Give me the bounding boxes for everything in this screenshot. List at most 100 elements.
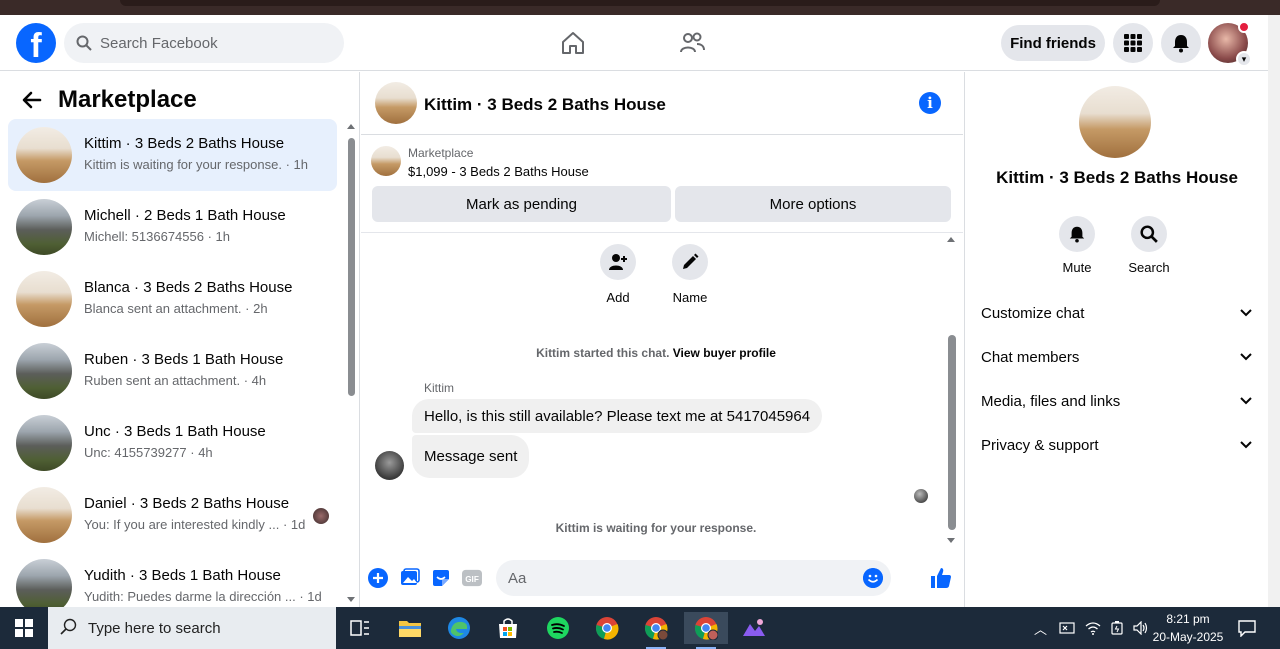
gif-icon[interactable]: GIF	[462, 568, 482, 588]
media-files-links-row[interactable]: Media, files and links	[981, 389, 1253, 413]
conversation-details-panel: Kittim · 3 Beds 2 Baths House Mute Searc…	[964, 72, 1268, 607]
scroll-down-arrow-icon[interactable]	[347, 597, 355, 602]
chrome-icon	[694, 617, 718, 640]
account-avatar[interactable]: ▾	[1208, 21, 1252, 67]
spotify-button[interactable]	[536, 612, 580, 644]
privacy-support-row[interactable]: Privacy & support	[981, 433, 1253, 457]
conversation-item[interactable]: Unc · 3 Beds 1 Bath House Unc: 415573927…	[8, 407, 337, 479]
conversation-name: Michell · 2 Beds 1 Bath House	[84, 207, 286, 224]
clock-time: 8:21 pm	[1166, 612, 1210, 626]
waiting-notice: Kittim is waiting for your response.	[555, 521, 757, 535]
search-icon	[1140, 225, 1158, 243]
listing-thumbnail	[16, 487, 72, 543]
input-indicator-icon[interactable]	[1059, 621, 1075, 635]
search-conversation-button[interactable]: Search	[1119, 216, 1179, 275]
marketplace-title: Marketplace	[58, 86, 197, 113]
conversation-preview: You: If you are interested kindly ... · …	[84, 517, 306, 532]
message-bubble[interactable]: Hello, is this still available? Please t…	[412, 399, 823, 433]
search-icon	[76, 35, 92, 51]
chrome-profile-active-button[interactable]	[684, 612, 728, 649]
file-explorer-button[interactable]	[388, 612, 432, 644]
task-view-icon	[350, 620, 369, 636]
scrollbar-thumb[interactable]	[348, 138, 355, 396]
inbox-scrollbar[interactable]	[346, 124, 356, 602]
conversation-item[interactable]: Daniel · 3 Beds 2 Baths House You: If yo…	[8, 479, 337, 551]
message-bubble[interactable]: Message sent	[412, 435, 530, 478]
chat-title[interactable]: Kittim · 3 Beds 2 Baths House	[424, 95, 666, 115]
emoji-icon[interactable]	[863, 568, 883, 588]
conversation-item[interactable]: Michell · 2 Beds 1 Bath House Michell: 5…	[8, 191, 337, 263]
microsoft-store-button[interactable]	[486, 612, 530, 644]
notifications-button[interactable]	[1161, 23, 1201, 63]
find-friends-button[interactable]: Find friends	[1001, 25, 1105, 61]
thumbs-up-icon[interactable]	[929, 566, 953, 590]
plus-circle-icon[interactable]	[368, 568, 388, 588]
conversation-item[interactable]: Blanca · 3 Beds 2 Baths House Blanca sen…	[8, 263, 337, 335]
notification-center-button[interactable]	[1237, 607, 1257, 649]
search-input[interactable]: Search Facebook	[64, 23, 344, 63]
add-people-action[interactable]: Add	[588, 244, 648, 305]
photo-icon[interactable]	[400, 568, 420, 588]
chevron-down-icon	[1240, 397, 1252, 405]
search-placeholder: Search Facebook	[100, 34, 218, 52]
edge-button[interactable]	[437, 612, 481, 644]
info-icon[interactable]: i	[919, 92, 941, 114]
conversation-preview: Unc: 4155739277 · 4h	[84, 445, 213, 460]
message-input[interactable]: Aa	[496, 560, 891, 596]
notification-center-icon	[1238, 620, 1256, 637]
start-button[interactable]	[0, 607, 48, 649]
mute-button[interactable]: Mute	[1047, 216, 1107, 275]
chrome-icon	[644, 617, 668, 640]
conversation-item[interactable]: Kittim · 3 Beds 2 Baths House Kittim is …	[8, 119, 337, 191]
chat-members-row[interactable]: Chat members	[981, 345, 1253, 369]
message-composer: GIF Aa	[361, 560, 963, 596]
seen-receipt-avatar	[914, 489, 928, 503]
name-label: Name	[672, 290, 708, 305]
chat-scrollbar[interactable]	[946, 237, 958, 543]
scroll-down-arrow-icon[interactable]	[947, 538, 955, 543]
photos-app-button[interactable]	[732, 612, 776, 644]
scroll-up-arrow-icon[interactable]	[347, 124, 355, 129]
chrome-button[interactable]	[585, 612, 629, 644]
chrome-profile-button[interactable]	[634, 612, 678, 649]
taskbar-clock[interactable]: 8:21 pm 20-May-2025	[1142, 610, 1234, 646]
show-hidden-icons-chevron-icon[interactable]: ︿	[1034, 619, 1047, 638]
facebook-logo-icon[interactable]: f	[16, 23, 56, 63]
taskbar-search-input[interactable]: Type here to search	[48, 607, 336, 649]
chevron-down-icon: ▾	[1236, 51, 1252, 67]
battery-icon[interactable]	[1109, 621, 1125, 635]
sticker-icon[interactable]	[431, 568, 451, 588]
mark-as-pending-button[interactable]: Mark as pending	[372, 186, 671, 222]
home-icon[interactable]	[559, 29, 587, 57]
browser-top-strip	[0, 0, 1280, 15]
sender-avatar[interactable]	[375, 451, 404, 480]
task-view-button[interactable]	[338, 612, 382, 644]
wifi-icon[interactable]	[1085, 621, 1101, 635]
add-person-icon	[609, 254, 627, 270]
name-chat-action[interactable]: Name	[660, 244, 720, 305]
page-scrollbar[interactable]	[1268, 15, 1280, 607]
more-options-button[interactable]: More options	[675, 186, 951, 222]
friends-icon[interactable]	[678, 29, 706, 57]
conversation-name: Daniel · 3 Beds 2 Baths House	[84, 495, 290, 512]
conversation-name: Kittim · 3 Beds 2 Baths House	[84, 135, 285, 152]
conversation-name: Yudith · 3 Beds 1 Bath House	[84, 567, 281, 584]
menu-grid-button[interactable]	[1113, 23, 1153, 63]
scrollbar-thumb[interactable]	[948, 335, 956, 530]
conversation-name: Unc · 3 Beds 1 Bath House	[84, 423, 266, 440]
conversation-avatar[interactable]	[1079, 86, 1151, 158]
customize-chat-row[interactable]: Customize chat	[981, 301, 1253, 325]
conversation-title: Kittim · 3 Beds 2 Baths House	[996, 168, 1238, 187]
clock-date: 20-May-2025	[1152, 630, 1224, 644]
scroll-up-arrow-icon[interactable]	[947, 237, 955, 242]
windows-taskbar: Type here to search ︿ 8:21 pm 20-May-202…	[0, 607, 1280, 649]
view-buyer-profile-link[interactable]: View buyer profile	[673, 346, 776, 360]
listing-price[interactable]: $1,099 - 3 Beds 2 Baths House	[408, 164, 589, 179]
back-arrow-icon[interactable]	[20, 88, 44, 112]
search-label: Search	[1128, 260, 1170, 275]
conversation-item[interactable]: Ruben · 3 Beds 1 Bath House Ruben sent a…	[8, 335, 337, 407]
chat-avatar[interactable]	[375, 82, 417, 124]
read-receipt-avatar	[313, 508, 329, 524]
chat-header: Kittim · 3 Beds 2 Baths House i	[361, 72, 963, 135]
listing-thumbnail[interactable]	[371, 146, 401, 176]
